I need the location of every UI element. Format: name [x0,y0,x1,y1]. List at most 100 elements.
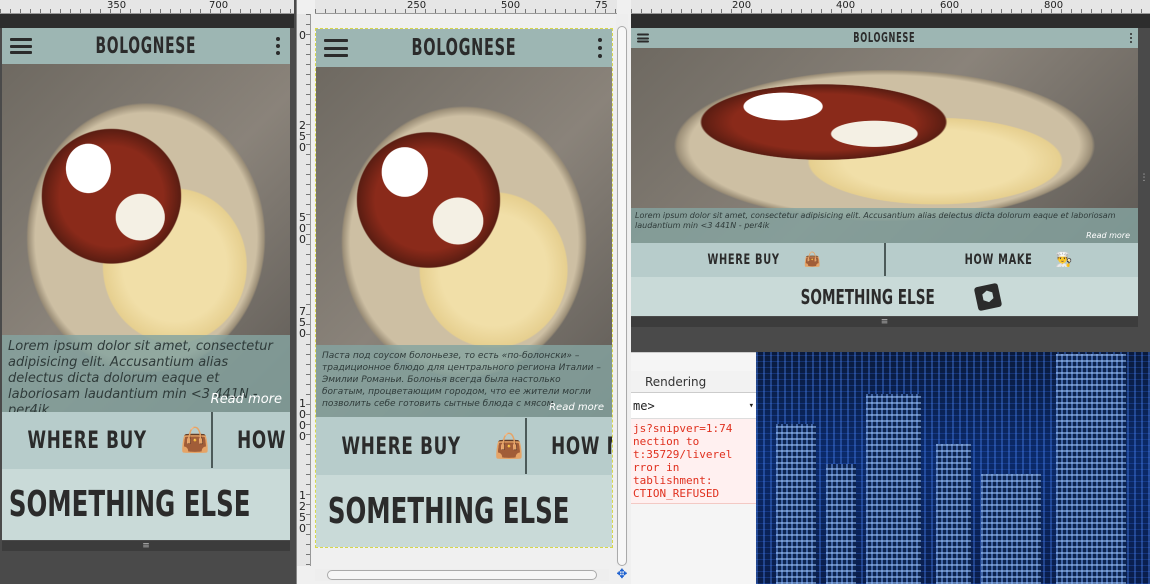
something-else-label: SOMETHING ELSE [800,284,935,309]
app-title: BOLOGNESE [95,33,197,59]
button-row: WHERE BUY 👜 HOW MAKE 👨‍🍳 [316,418,612,474]
button-row: WHERE BUY 👜 HOW MAKE 👨‍🍳 [2,412,290,468]
context-select[interactable]: me> ▾ [631,393,756,419]
devtools-tabs: Rendering [631,371,756,393]
something-else-button[interactable]: SOMETHING ELSE ⬢ [2,469,290,540]
building [936,444,971,584]
building [826,464,856,584]
ruler-label: 800 [1044,0,1064,11]
ruler-label: 400 [836,0,856,11]
console-error: js?snipver=1:74 nection to t:35729/liver… [631,419,756,504]
ruler-label: 200 [732,0,752,11]
vertical-dots-icon[interactable] [276,37,280,55]
top-bar: BOLOGNESE [316,29,612,67]
caption: Lorem ipsum dolor sit amet, consectetur … [631,208,1138,243]
where-buy-label: WHERE BUY [341,432,461,460]
middle-app-preview: BOLOGNESE Паста под соусом болоньезе, то… [315,28,613,548]
top-bar: BOLOGNESE [2,28,290,64]
caption: Lorem ipsum dolor sit amet, consectetur … [2,335,290,418]
building [1056,354,1126,584]
building [866,394,921,584]
devtools-panel: Rendering me> ▾ js?snipver=1:74 nection … [631,352,756,584]
vertical-scrollbar[interactable] [616,14,628,566]
how-make-label: HOW MAKE [237,426,290,454]
desktop-wallpaper [756,352,1150,584]
how-make-button[interactable]: HOW MAKE 👨‍🍳 [525,418,612,474]
error-line[interactable]: js?snipver=1:74 [633,422,754,435]
ruler-label: 700 [209,0,229,11]
read-more-link[interactable]: Read more [549,402,604,414]
something-else-label: SOMETHING ELSE [8,484,251,525]
ruler-label: 600 [940,0,960,11]
chevron-down-icon: ▾ [748,400,754,411]
shopping-bag-icon: 👜 [803,251,823,268]
app-title: BOLOGNESE [853,30,916,46]
hamburger-icon[interactable] [324,39,348,57]
hamburger-icon[interactable] [637,33,649,43]
right-gap [631,328,1150,352]
tab-rendering[interactable]: Rendering [645,375,706,389]
ruler-label: 350 [107,0,127,11]
where-buy-button[interactable]: WHERE BUY 👜 [316,418,526,474]
scroll-thumb[interactable] [327,570,597,580]
how-make-button[interactable]: HOW MAKE 👨‍🍳 [883,243,1138,276]
right-app-preview: BOLOGNESE Lorem ipsum dolor sit amet, co… [631,28,1138,316]
resize-handle[interactable]: ≡ [631,317,1138,327]
something-else-button[interactable]: SOMETHING ELSE ⬢ [631,277,1138,316]
ruler-label: 750 [299,305,306,340]
ruler-label: 0 [299,29,306,42]
scroll-thumb[interactable] [617,26,627,566]
move-icon[interactable]: ✥ [615,568,629,582]
vertical-dots-icon[interactable] [598,38,602,58]
shopping-bag-icon: 👜 [494,432,526,460]
how-make-label: HOW MAKE [551,432,612,460]
where-buy-label: WHERE BUY [707,251,781,268]
read-more-link[interactable]: Read more [1086,231,1130,241]
app-title: BOLOGNESE [411,35,517,61]
caption: Паста под соусом болоньезе, то есть «по-… [316,345,612,417]
side-resize-handle[interactable]: ⋮ [1138,28,1150,328]
caption-text: Паста под соусом болоньезе, то есть «по-… [322,351,601,409]
box-icon: ⬢ [973,282,1003,311]
left-app-preview: BOLOGNESE Lorem ipsum dolor sit amet, co… [2,28,290,540]
button-row: WHERE BUY 👜 HOW MAKE 👨‍🍳 [631,243,1138,276]
ruler-label: 250 [299,119,306,154]
left-ruler: 350 700 [0,0,294,14]
resize-handle[interactable]: ≡ [2,541,290,551]
error-line: t:35729/liverel [633,448,733,461]
vertical-dots-icon[interactable] [1130,33,1132,43]
left-strip [0,14,294,28]
context-value: me> [633,398,655,413]
ruler-label: 1000 [299,397,306,443]
middle-ruler: 250 500 75 [315,0,617,14]
middle-frame: 250 500 75 0 250 500 750 1000 1250 BOLOG… [296,0,631,584]
error-line: nection to [633,435,700,448]
where-buy-button[interactable]: WHERE BUY 👜 [631,243,884,276]
left-bottom-space [0,551,294,584]
error-line: rror in [633,461,680,474]
read-more-link[interactable]: Read more [211,392,282,408]
something-else-label: SOMETHING ELSE [327,490,570,532]
how-make-button[interactable]: HOW MAKE 👨‍🍳 [211,412,290,468]
ruler-label: 250 [407,0,427,11]
building [981,474,1041,584]
ruler-label: 1250 [299,489,306,535]
middle-vertical-ruler: 0 250 500 750 1000 1250 [297,14,311,566]
chef-hat-icon: 👨‍🍳 [1055,251,1074,268]
where-buy-button[interactable]: WHERE BUY 👜 [2,412,212,468]
top-bar: BOLOGNESE [631,28,1138,48]
error-line: tablishment: [633,474,713,487]
something-else-button[interactable]: SOMETHING ELSE ⬢ [316,475,612,547]
error-line: CTION_REFUSED [633,487,720,500]
ruler-label: 75 [595,0,608,11]
ruler-label: 500 [501,0,521,11]
where-buy-label: WHERE BUY [27,426,147,454]
how-make-label: HOW MAKE [964,251,1033,268]
right-ruler: 200 400 600 800 [631,0,1150,14]
building [776,424,816,584]
shopping-bag-icon: 👜 [180,426,212,454]
hamburger-icon[interactable] [10,38,32,54]
right-strip [631,14,1150,28]
caption-text: Lorem ipsum dolor sit amet, consectetur … [635,211,1116,230]
horizontal-scrollbar[interactable] [315,569,609,581]
